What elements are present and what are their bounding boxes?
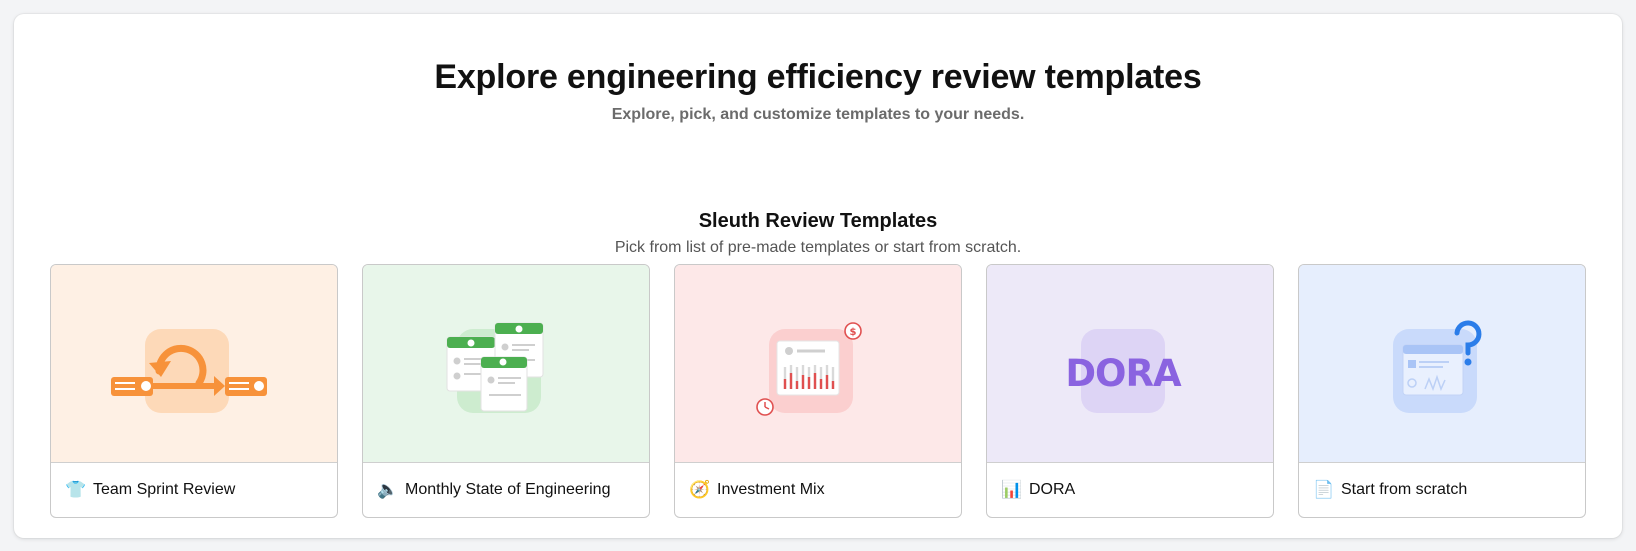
template-card-investment-mix[interactable]: $ 🧭 Investment Mix — [674, 264, 962, 518]
card-footer: 👕 Team Sprint Review — [51, 463, 337, 517]
dora-text-icon: DORA — [1065, 329, 1183, 413]
templates-panel: Explore engineering efficiency review te… — [14, 14, 1622, 538]
card-footer: 🔈 Monthly State of Engineering — [363, 463, 649, 517]
card-illustration — [51, 265, 337, 463]
card-label: DORA — [1029, 481, 1076, 498]
template-card-dora[interactable]: DORA 📊 DORA — [986, 264, 1274, 518]
speaker-icon: 🔈 — [377, 480, 399, 499]
card-label: Monthly State of Engineering — [405, 481, 611, 498]
svg-text:$: $ — [850, 327, 857, 338]
card-illustration — [1299, 265, 1585, 463]
card-footer: 🧭 Investment Mix — [675, 463, 961, 517]
page-icon: 📄 — [1313, 480, 1335, 499]
template-card-list: 👕 Team Sprint Review 🔈 Monthly State of … — [50, 264, 1586, 518]
card-illustration — [363, 265, 649, 463]
investment-chart-icon: $ — [756, 322, 862, 416]
template-card-team-sprint-review[interactable]: 👕 Team Sprint Review — [50, 264, 338, 518]
svg-text:DORA: DORA — [1065, 352, 1182, 395]
shirt-icon: 👕 — [65, 480, 87, 499]
question-window-icon — [1393, 320, 1482, 413]
card-illustration: DORA — [987, 265, 1273, 463]
compass-icon: 🧭 — [689, 480, 711, 499]
card-label: Start from scratch — [1341, 481, 1468, 498]
sprint-cycle-icon — [111, 329, 267, 413]
page-title: Explore engineering efficiency review te… — [434, 58, 1202, 96]
card-illustration: $ — [675, 265, 961, 463]
bar-chart-icon: 📊 — [1001, 480, 1023, 499]
template-card-monthly-state-of-engineering[interactable]: 🔈 Monthly State of Engineering — [362, 264, 650, 518]
section-title: Sleuth Review Templates — [698, 210, 938, 232]
card-label: Team Sprint Review — [93, 481, 236, 498]
section-subtitle: Pick from list of pre-made templates or … — [614, 239, 1022, 256]
report-cards-icon — [446, 322, 544, 413]
card-label: Investment Mix — [717, 481, 825, 498]
page-subtitle: Explore, pick, and customize templates t… — [611, 106, 1025, 123]
template-card-start-from-scratch[interactable]: 📄 Start from scratch — [1298, 264, 1586, 518]
card-footer: 📄 Start from scratch — [1299, 463, 1585, 517]
card-footer: 📊 DORA — [987, 463, 1273, 517]
